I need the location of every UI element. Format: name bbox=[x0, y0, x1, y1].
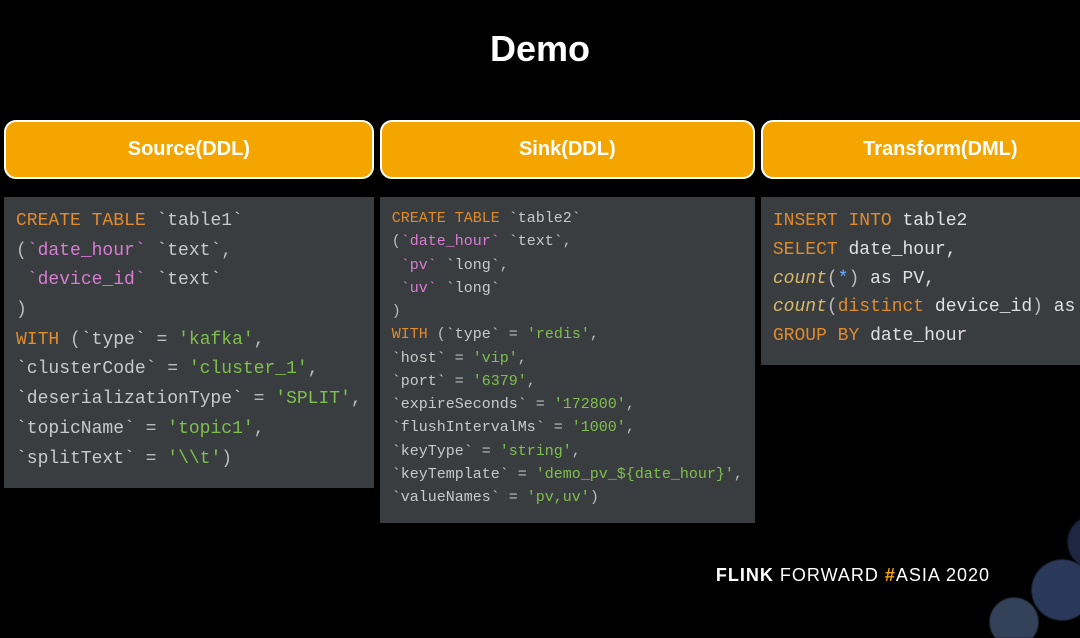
col-t: `text` bbox=[509, 233, 563, 250]
source-header: Source(DDL) bbox=[4, 120, 374, 179]
kw-insert: INSERT INTO bbox=[773, 211, 892, 231]
opt-k: `type` bbox=[81, 330, 146, 350]
col-type: `text` bbox=[156, 270, 221, 290]
transform-code: INSERT INTO table2 SELECT date_hour, cou… bbox=[761, 197, 1080, 365]
col-type: `text` bbox=[156, 241, 221, 261]
transform-header: Transform(DML) bbox=[761, 120, 1080, 179]
columns-container: Source(DDL) CREATE TABLE `table1` (`date… bbox=[0, 120, 1080, 523]
col-n: `date_hour` bbox=[401, 233, 500, 250]
sink-code: CREATE TABLE `table2` (`date_hour` `text… bbox=[380, 197, 755, 523]
opt-v: '\\t' bbox=[167, 449, 221, 469]
opt-k: `clusterCode` bbox=[16, 359, 156, 379]
kw-with: WITH bbox=[392, 326, 428, 343]
opt-v: 'cluster_1' bbox=[189, 359, 308, 379]
transform-column: Transform(DML) INSERT INTO table2 SELECT… bbox=[761, 120, 1080, 523]
opt-k: `port` bbox=[392, 373, 446, 390]
col-date-hour: `date_hour` bbox=[27, 241, 146, 261]
opt-v: 'string' bbox=[500, 443, 572, 460]
opt-v: '6379' bbox=[473, 373, 527, 390]
p: ) bbox=[1032, 297, 1043, 317]
p: ( bbox=[827, 269, 838, 289]
opt-v: 'SPLIT' bbox=[275, 389, 351, 409]
footer-hash: # bbox=[885, 565, 896, 585]
fn-count: count bbox=[773, 297, 827, 317]
source-code: CREATE TABLE `table1` (`date_hour` `text… bbox=[4, 197, 374, 488]
tbl-name: `table2` bbox=[509, 210, 581, 227]
col: date_hour bbox=[870, 326, 967, 346]
p: ) bbox=[849, 269, 860, 289]
page-title: Demo bbox=[0, 0, 1080, 120]
opt-k: `deserializationType` bbox=[16, 389, 243, 409]
col-device-id: `device_id` bbox=[27, 270, 146, 290]
footer-flink: FLINK bbox=[716, 565, 774, 585]
opt-v: 'demo_pv_${date_hour}' bbox=[536, 466, 734, 483]
alias: as PV, bbox=[859, 269, 935, 289]
tbl-name: `table1` bbox=[156, 211, 242, 231]
p: ( bbox=[827, 297, 838, 317]
source-column: Source(DDL) CREATE TABLE `table1` (`date… bbox=[4, 120, 374, 523]
col: device_id bbox=[924, 297, 1032, 317]
star: * bbox=[838, 269, 849, 289]
footer-forward: FORWARD bbox=[780, 565, 885, 585]
kw-distinct: distinct bbox=[838, 297, 924, 317]
opt-v: '172800' bbox=[554, 396, 626, 413]
fn-count: count bbox=[773, 269, 827, 289]
sink-header: Sink(DDL) bbox=[380, 120, 755, 179]
opt-k: `keyTemplate` bbox=[392, 466, 509, 483]
kw-select: SELECT bbox=[773, 240, 838, 260]
sink-column: Sink(DDL) CREATE TABLE `table2` (`date_h… bbox=[380, 120, 755, 523]
col-t: `long` bbox=[446, 280, 500, 297]
kw-create: CREATE TABLE bbox=[392, 210, 500, 227]
kw-with: WITH bbox=[16, 330, 59, 350]
opt-k: `topicName` bbox=[16, 419, 135, 439]
opt-v: 'kafka' bbox=[178, 330, 254, 350]
footer-branding: FLINK FORWARD #ASIA 2020 bbox=[716, 565, 990, 586]
alias: as uv bbox=[1043, 297, 1080, 317]
opt-v: 'redis' bbox=[527, 326, 590, 343]
opt-k: `flushIntervalMs` bbox=[392, 419, 545, 436]
opt-k: `expireSeconds` bbox=[392, 396, 527, 413]
kw-groupby: GROUP BY bbox=[773, 326, 859, 346]
opt-v: 'topic1' bbox=[167, 419, 253, 439]
col-t: `long` bbox=[446, 257, 500, 274]
opt-k: `type` bbox=[446, 326, 500, 343]
opt-k: `valueNames` bbox=[392, 489, 500, 506]
opt-v: '1000' bbox=[572, 419, 626, 436]
footer-asia: ASIA 2020 bbox=[896, 565, 990, 585]
kw-create: CREATE TABLE bbox=[16, 211, 146, 231]
opt-v: 'pv,uv' bbox=[527, 489, 590, 506]
col-n: `pv` bbox=[401, 257, 437, 274]
col: date_hour, bbox=[848, 240, 956, 260]
opt-k: `keyType` bbox=[392, 443, 473, 460]
tbl: table2 bbox=[903, 211, 968, 231]
opt-k: `host` bbox=[392, 350, 446, 367]
opt-k: `splitText` bbox=[16, 449, 135, 469]
opt-v: 'vip' bbox=[473, 350, 518, 367]
col-n: `uv` bbox=[401, 280, 437, 297]
